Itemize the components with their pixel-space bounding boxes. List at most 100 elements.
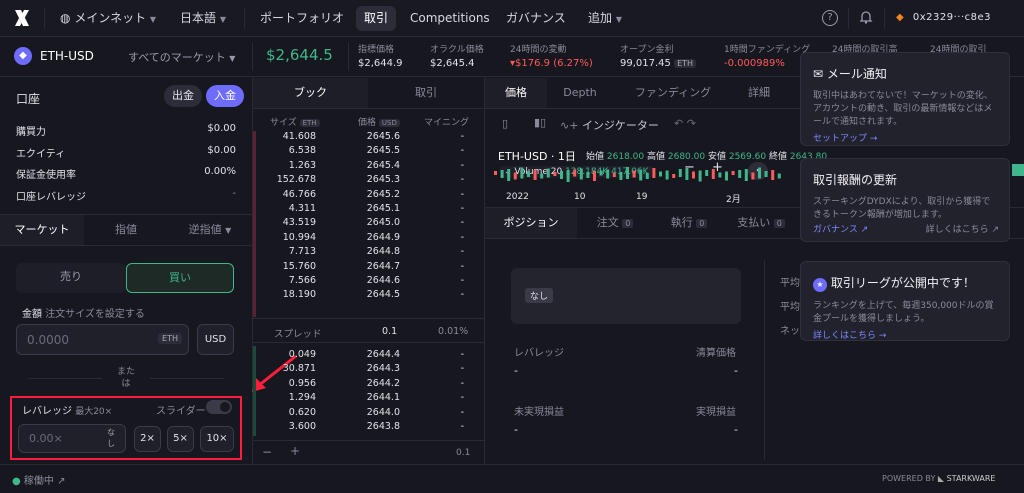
withdraw-button[interactable]: 出金 xyxy=(164,85,202,107)
nav-competitions[interactable]: Competitions xyxy=(402,6,498,31)
leverage-2x-button[interactable]: 2× xyxy=(134,426,161,452)
amount-label: 金額 注文サイズを設定する xyxy=(22,309,145,320)
ask-size: 15.760 xyxy=(282,260,316,272)
dydx-logo[interactable] xyxy=(12,8,32,28)
ask-price: 2645.2 xyxy=(366,188,400,200)
ask-mining: - xyxy=(460,145,464,157)
zoom-in-button[interactable]: + xyxy=(290,444,300,458)
ask-mining: - xyxy=(460,174,464,186)
tab-orderbook[interactable]: ブック xyxy=(253,78,368,108)
bell-icon[interactable] xyxy=(858,9,874,25)
bid-row[interactable]: 0.049 2644.4 - xyxy=(258,349,470,363)
tab-funding[interactable]: ファンディング xyxy=(613,78,733,108)
setup-link[interactable]: セットアップ → xyxy=(813,131,1009,144)
ask-mining: - xyxy=(460,260,464,272)
ask-row[interactable]: 4.311 2645.1 - xyxy=(258,203,470,217)
sell-button[interactable]: 売り xyxy=(16,263,126,293)
ask-size: 7.713 xyxy=(288,246,316,258)
ask-price: 2645.6 xyxy=(366,131,400,142)
tab-positions[interactable]: ポジション xyxy=(485,208,577,238)
notification-rewards[interactable]: 取引報酬の更新 ステーキングDYDXにより、取引から獲得できるトークン報酬が増加… xyxy=(800,158,1010,242)
leverage-10x-button[interactable]: 10× xyxy=(200,426,234,452)
deposit-button[interactable]: 入金 xyxy=(206,85,244,107)
tab-price[interactable]: 価格 xyxy=(485,78,547,108)
candle-type-icon[interactable]: ▮▯ xyxy=(534,116,546,129)
notification-email[interactable]: ✉ メール通知 取引中はあわてないで！マーケットの変化、アカウントの動き、取引の… xyxy=(800,52,1010,146)
notification-league[interactable]: ★ 取引リーグが公開中です！ ランキングを上げて、毎週350,000ドルの賞金プ… xyxy=(800,261,1010,341)
nav-governance[interactable]: ガバナンス xyxy=(498,6,574,31)
tab-limit-order[interactable]: 指値 xyxy=(84,215,168,245)
bid-mining: - xyxy=(460,363,464,375)
trophy-icon: ★ xyxy=(813,278,827,292)
indicators-button[interactable]: ∿+ インジケーター xyxy=(560,117,659,133)
ask-row[interactable]: 6.538 2645.5 - xyxy=(258,145,470,159)
tab-fills[interactable]: 執行 0 xyxy=(653,208,725,238)
ask-row[interactable]: 15.760 2644.7 - xyxy=(258,261,470,275)
bid-row[interactable]: 0.956 2644.2 - xyxy=(258,378,470,392)
ask-mining: - xyxy=(460,188,464,200)
bid-mining: - xyxy=(460,349,464,360)
bid-row[interactable]: 30.871 2644.3 - xyxy=(258,363,470,377)
tab-market-order[interactable]: マーケット xyxy=(0,215,84,245)
leverage-input[interactable]: 0.00× なし xyxy=(18,424,126,453)
account-row-margin-usage: 保証金使用率 0.00% xyxy=(16,166,236,181)
candle xyxy=(579,168,583,180)
nav-trade[interactable]: 取引 xyxy=(356,6,397,31)
network-selector[interactable]: ◍ メインネット ▼ xyxy=(52,6,164,31)
undo-icon[interactable]: ↶ ↷ xyxy=(674,117,696,130)
ask-row[interactable]: 152.678 2645.3 - xyxy=(258,174,470,188)
governance-link[interactable]: ガバナンス ↗ xyxy=(813,222,868,235)
buy-button[interactable]: 買い xyxy=(126,263,234,293)
tab-payments[interactable]: 支払い 0 xyxy=(725,208,797,238)
candle xyxy=(500,170,504,178)
nav-more[interactable]: 追加 ▼ xyxy=(580,6,630,31)
tab-details[interactable]: 詳細 xyxy=(733,78,785,108)
ask-row[interactable]: 41.608 2645.6 - xyxy=(258,131,470,145)
field-liq-price-value: - xyxy=(734,364,738,377)
learn-more-link[interactable]: 詳しくはこちら ↗ xyxy=(926,222,999,235)
col-mining-header: マイニング xyxy=(424,118,470,128)
bid-row[interactable]: 1.294 2644.1 - xyxy=(258,392,470,406)
amount-input[interactable]: 0.0000 ETH xyxy=(16,324,189,355)
tab-trades[interactable]: 取引 xyxy=(368,78,484,108)
ask-row[interactable]: 18.190 2644.5 - xyxy=(258,289,470,303)
tab-stop-order[interactable]: 逆指値 ▼ xyxy=(168,215,252,245)
nav-portfolio[interactable]: ポートフォリオ xyxy=(252,6,352,31)
ask-row[interactable]: 1.263 2645.4 - xyxy=(258,160,470,174)
candle xyxy=(725,171,728,181)
ask-size: 6.538 xyxy=(288,145,316,157)
ask-price: 2644.6 xyxy=(366,275,400,286)
status-indicator[interactable]: ● 稼働中 ↗ xyxy=(12,472,66,487)
league-link[interactable]: 詳しくはこちら → xyxy=(813,328,1009,341)
ask-row[interactable]: 7.713 2644.8 - xyxy=(258,246,470,260)
candle xyxy=(612,173,616,177)
ask-row[interactable]: 46.766 2645.2 - xyxy=(258,189,470,203)
account-row-equity: エクイティ $0.00 xyxy=(16,145,236,160)
slider-toggle[interactable] xyxy=(206,400,232,414)
wallet-button[interactable]: ◆ 0x2329···c8e3 xyxy=(896,9,1014,27)
ask-row[interactable]: 43.519 2645.0 - xyxy=(258,217,470,231)
ask-row[interactable]: 10.994 2644.9 - xyxy=(258,232,470,246)
chevron-down-icon: ▼ xyxy=(219,15,226,24)
ask-size: 46.766 xyxy=(282,188,316,200)
currency-toggle-button[interactable]: USD xyxy=(197,324,234,355)
zoom-out-button[interactable]: − xyxy=(262,445,272,459)
bid-size: 0.620 xyxy=(288,406,316,418)
leverage-none-button[interactable]: なし xyxy=(107,427,119,449)
tab-depth[interactable]: Depth xyxy=(547,78,613,108)
indicator-icon: ∿+ xyxy=(560,119,579,132)
language-selector[interactable]: 日本語 ▼ xyxy=(172,6,234,31)
bid-row[interactable]: 0.620 2644.0 - xyxy=(258,407,470,421)
bid-size: 0.956 xyxy=(288,377,316,389)
candle xyxy=(553,172,557,176)
market-pair[interactable]: ETH-USD xyxy=(40,49,94,63)
leverage-5x-button[interactable]: 5× xyxy=(167,426,194,452)
ask-price: 2644.7 xyxy=(366,260,400,272)
bid-row[interactable]: 3.600 2643.8 - xyxy=(258,421,470,435)
tab-orders[interactable]: 注文 0 xyxy=(577,208,653,238)
help-icon[interactable]: ? xyxy=(822,10,838,26)
all-markets-dropdown[interactable]: すべてのマーケット ▼ xyxy=(128,49,235,65)
ask-row[interactable]: 7.566 2644.6 - xyxy=(258,275,470,289)
calendar-icon[interactable]: ▯ xyxy=(502,117,508,130)
account-row-leverage: 口座レバレッジ - xyxy=(16,188,236,203)
